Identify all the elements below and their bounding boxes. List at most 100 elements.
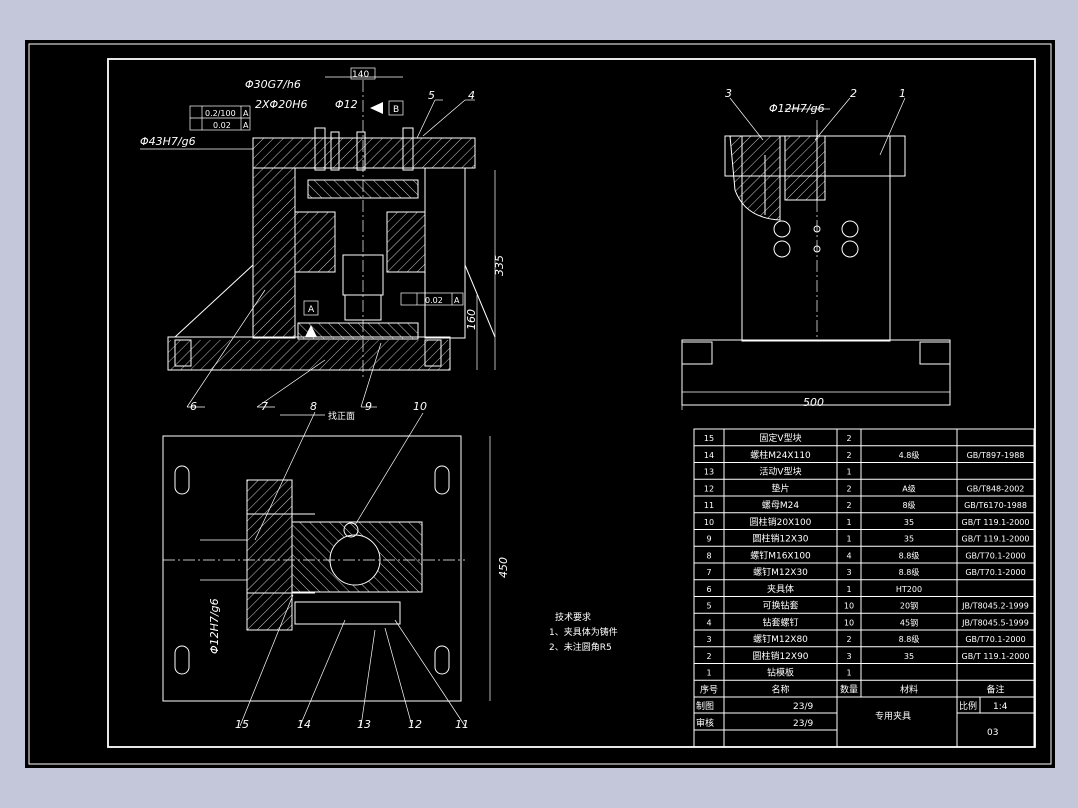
label-5: 5 — [428, 89, 435, 102]
bom-cell-name: 螺钉M12X30 — [753, 567, 808, 578]
bom-cell-qty: 10 — [844, 602, 854, 611]
bom-cell-no: 2 — [706, 652, 711, 661]
bom-cell-name: 圆柱销12X30 — [752, 533, 808, 545]
bom-cell-no: 6 — [706, 585, 711, 594]
bom-cell-mat: 35 — [904, 518, 914, 527]
bom-cell-no: 8 — [706, 551, 711, 560]
drawing-number: 03 — [987, 728, 998, 738]
bom-cell-name: 螺母M24 — [762, 500, 799, 511]
checked-label: 审核 — [696, 717, 714, 729]
drawing-canvas: Φ30G7/h6 140 2XΦ20H6 Φ12 Φ43H7/g6 0.2/10… — [25, 40, 1055, 768]
bom-header-qty: 数量 — [840, 683, 858, 695]
bom-cell-no: 9 — [706, 535, 711, 544]
bom-cell-name: 钻套螺钉 — [762, 616, 798, 628]
drawn-label: 制图 — [696, 700, 714, 712]
bom-cell-mat: 35 — [904, 535, 914, 544]
label-10: 10 — [413, 400, 427, 413]
bom-cell-name: 螺钉M12X80 — [753, 634, 808, 645]
bom-cell-no: 14 — [704, 451, 714, 460]
scale-value: 1:4 — [993, 702, 1008, 712]
bom-cell-std: GB/T848-2002 — [967, 484, 1025, 493]
bom-cell-mat: 45钢 — [900, 617, 918, 627]
bom-cell-std: GB/T6170-1988 — [964, 501, 1027, 510]
bom-cell-qty: 10 — [844, 618, 854, 627]
dim-d43: Φ43H7/g6 — [140, 135, 196, 148]
bom-cell-name: 活动V型块 — [759, 466, 801, 478]
bom-cell-qty: 3 — [846, 652, 851, 661]
bom-cell-mat: 35 — [904, 652, 914, 661]
label-12: 12 — [408, 718, 422, 731]
label-1: 1 — [899, 87, 906, 100]
bom-cell-no: 7 — [706, 568, 711, 577]
label-15: 15 — [235, 718, 249, 731]
label-7: 7 — [261, 400, 268, 413]
bom-cell-no: 3 — [706, 635, 711, 644]
bom-cell-qty: 1 — [846, 535, 851, 544]
bom-header-no: 序号 — [700, 683, 718, 695]
tol-datum-a1: A — [243, 109, 249, 118]
drawing-svg: Φ30G7/h6 140 2XΦ20H6 Φ12 Φ43H7/g6 0.2/10… — [28, 43, 1052, 765]
bom-cell-no: 10 — [704, 518, 714, 527]
bom-cell-name: 螺柱M24X110 — [750, 449, 811, 461]
dim-500: 500 — [803, 396, 824, 409]
tol-pos: 0.02 — [213, 121, 231, 130]
bom-cell-qty: 2 — [846, 501, 851, 510]
bom-cell-qty: 2 — [846, 434, 851, 443]
bom-cell-std: GB/T 119.1-2000 — [962, 652, 1030, 661]
top-view: 8 找正面 10 Φ12H7/g6 450 15 14 13 12 11 — [162, 400, 510, 731]
checked-date: 23/9 — [793, 719, 813, 729]
bom-cell-name: 垫片 — [771, 482, 789, 494]
dim-d12: Φ12 — [335, 98, 358, 111]
bom-cell-name: 圆柱销12X90 — [752, 650, 808, 662]
dim-top-d12: Φ12H7/g6 — [208, 598, 221, 654]
dim-160: 160 — [465, 309, 478, 330]
bom-cell-no: 13 — [704, 468, 714, 477]
bom-cell-std: JB/T8045.2-1999 — [961, 602, 1029, 611]
tol-parallel-datum: A — [454, 296, 460, 305]
bom-cell-std: GB/T70.1-2000 — [965, 635, 1025, 644]
bom-header-name: 名称 — [771, 683, 789, 695]
tech-title: 技术要求 — [555, 611, 591, 623]
front-view: Φ30G7/h6 140 2XΦ20H6 Φ12 Φ43H7/g6 0.2/10… — [140, 67, 506, 413]
dim-d30: Φ30G7/h6 — [245, 78, 301, 91]
bom-cell-mat: 8.8级 — [899, 550, 920, 560]
bom-cell-no: 4 — [706, 618, 711, 627]
tech-line-2: 2、未注圆角R5 — [549, 641, 612, 653]
tech-requirements: 技术要求 1、夹具体为铸件 2、未注圆角R5 — [549, 611, 618, 653]
label-3: 3 — [725, 87, 732, 100]
bom-cell-name: 固定V型块 — [759, 432, 801, 444]
bom-cell-qty: 2 — [846, 635, 851, 644]
bom-cell-std: JB/T8045.5-1999 — [961, 618, 1029, 627]
label-9: 9 — [365, 400, 372, 413]
bom-cell-mat: A级 — [902, 483, 915, 493]
bom-cell-qty: 3 — [846, 568, 851, 577]
dim-2xd20: 2XΦ20H6 — [255, 98, 307, 111]
bom-cell-std: GB/T 119.1-2000 — [962, 518, 1030, 527]
tol-perp: 0.2/100 — [205, 109, 236, 118]
scale-label: 比例 — [959, 700, 977, 712]
bom-cell-no: 15 — [704, 434, 714, 443]
bom-cell-qty: 1 — [846, 669, 851, 678]
label-8: 8 — [310, 400, 317, 413]
bom-cell-qty: 1 — [846, 468, 851, 477]
bom-cell-no: 12 — [704, 484, 714, 493]
bom-cell-qty: 2 — [846, 484, 851, 493]
drawn-date: 23/9 — [793, 702, 813, 712]
bom-cell-mat: 8.8级 — [899, 567, 920, 577]
bom-cell-mat: HT200 — [896, 585, 922, 594]
dim-335: 335 — [493, 255, 506, 276]
bom-cell-name: 圆柱销20X100 — [750, 516, 812, 528]
bom-cell-name: 钻模板 — [767, 667, 794, 679]
tol-datum-a2: A — [243, 121, 249, 130]
bom-header-mat: 材料 — [900, 683, 918, 695]
bom-cell-mat: 4.8级 — [899, 450, 920, 460]
bom-cell-mat: 8.8级 — [899, 634, 920, 644]
label-4: 4 — [468, 89, 475, 102]
bom-cell-no: 1 — [706, 669, 711, 678]
dim-side-d12: Φ12H7/g6 — [769, 102, 825, 115]
bom-cell-std: GB/T70.1-2000 — [965, 551, 1025, 560]
drawing-title: 专用夹具 — [875, 710, 911, 722]
bom-cell-no: 5 — [706, 602, 711, 611]
bom-cell-qty: 2 — [846, 451, 851, 460]
bom-cell-name: 螺钉M16X100 — [750, 550, 811, 561]
